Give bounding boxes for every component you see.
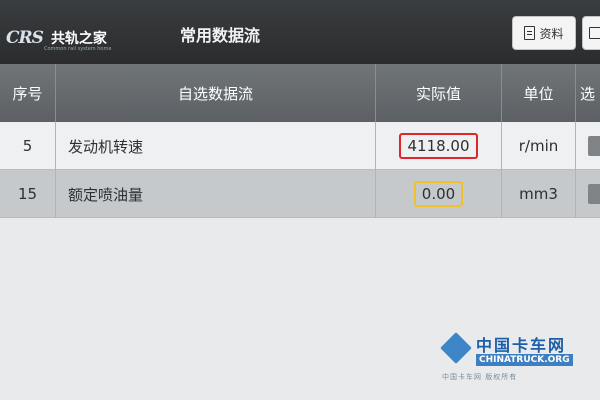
watermark-cn: 中国卡车网 (476, 336, 567, 355)
row-select-cell (576, 122, 600, 170)
app-header: CRS 共轨之家 Common rail system home 常用数据流 资… (0, 0, 600, 64)
row-name: 发动机转速 (56, 122, 376, 170)
copy-button[interactable] (582, 16, 600, 50)
row-value: 4118.00 (399, 133, 478, 159)
row-unit: r/min (502, 122, 576, 170)
data-button-label: 资料 (539, 26, 564, 41)
row-value-cell: 0.00 (376, 170, 502, 218)
column-header-value: 实际值 (376, 64, 502, 122)
column-header-unit: 单位 (502, 64, 576, 122)
table-header: 序号 自选数据流 实际值 单位 选 (0, 64, 600, 122)
table-row[interactable]: 15 额定喷油量 0.00 mm3 (0, 170, 600, 218)
page-title: 常用数据流 (180, 26, 261, 45)
logo: CRS 共轨之家 Common rail system home (0, 18, 118, 58)
watermark-en: CHINATRUCK.ORG (476, 354, 573, 366)
column-header-name: 自选数据流 (56, 64, 376, 122)
row-select-toggle[interactable] (588, 136, 600, 156)
watermark-tag: 中国卡车网 版权所有 (442, 373, 518, 381)
row-select-cell (576, 170, 600, 218)
row-select-toggle[interactable] (588, 184, 600, 204)
data-button[interactable]: 资料 (512, 16, 576, 50)
row-index: 5 (0, 122, 56, 170)
cube-logo-icon (440, 332, 472, 364)
row-index: 15 (0, 170, 56, 218)
row-name: 额定喷油量 (56, 170, 376, 218)
row-value-cell: 4118.00 (376, 122, 502, 170)
document-icon (524, 26, 536, 40)
column-header-index: 序号 (0, 64, 56, 122)
copy-icon (589, 27, 600, 39)
logo-mark: CRS (6, 28, 44, 48)
column-header-select: 选 (580, 84, 596, 103)
logo-name: 共轨之家 (50, 31, 107, 47)
table-row[interactable]: 5 发动机转速 4118.00 r/min (0, 122, 600, 170)
row-value: 0.00 (413, 181, 464, 207)
watermark: 中国卡车网 CHINATRUCK.ORG 中国卡车网 版权所有 (440, 330, 600, 390)
logo-subtitle: Common rail system home (44, 46, 112, 52)
row-unit: mm3 (502, 170, 576, 218)
